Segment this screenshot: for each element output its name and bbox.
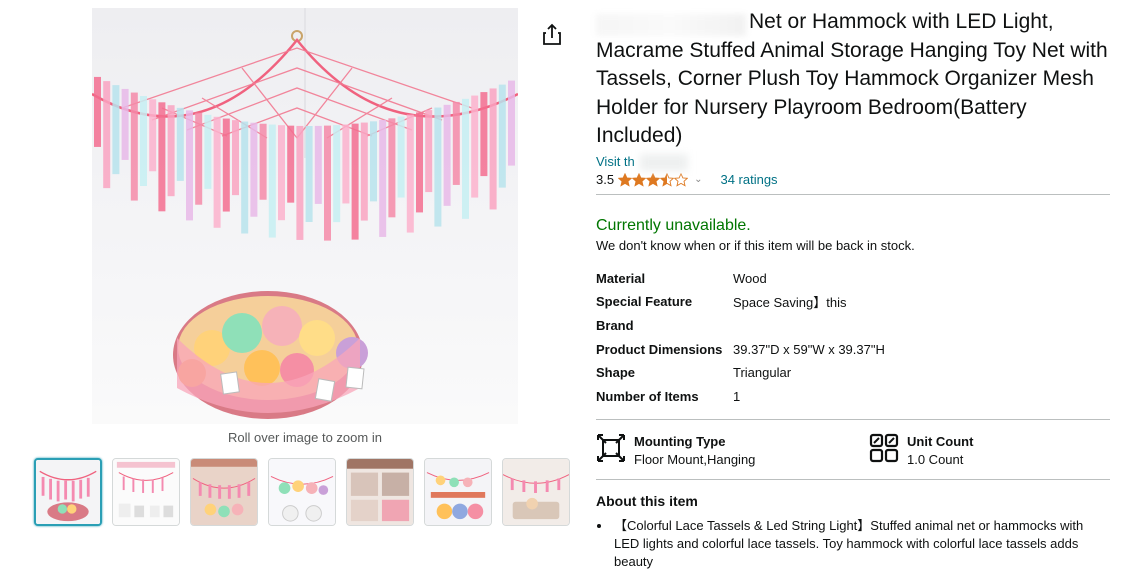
star-empty-icon [674,172,689,187]
star-half-icon [660,172,675,187]
chevron-down-icon[interactable]: ⌄ [694,174,702,185]
redacted-store-blur [640,153,688,171]
product-details: Net or Hammock with LED Light, Macrame S… [596,8,1110,571]
spec-row: Brand [596,314,885,338]
thumbnail-7[interactable] [502,458,570,526]
spec-label: Product Dimensions [596,341,723,357]
spec-label: Special Feature [596,294,693,310]
feature-unit-count: Unit Count 1.0 Count [869,433,973,469]
spec-row: Material Wood [596,267,885,291]
thumbnail-4[interactable] [268,458,336,526]
star-rating[interactable] [618,172,689,187]
unit-count-label: Unit Count [907,434,974,450]
specs-table: Material Wood Special Feature Space Saving】… [596,267,885,409]
spec-value: Space Saving】this [733,295,847,311]
feature-row: Mounting Type Floor Mount,Hanging Unit C… [596,433,1110,469]
unit-count-value: 1.0 Count [907,452,964,468]
thumbnail-5[interactable] [346,458,414,526]
redacted-brand-blur [596,14,746,36]
availability-status: Currently unavailable. [596,216,751,234]
spec-value: 39.37"D x 59"W x 39.37"H [733,341,885,357]
divider [596,419,1110,421]
store-line: Visit th [596,153,1110,171]
mounting-type-label: Mounting Type [634,434,726,450]
rating-value: 3.5 [596,172,615,187]
restock-note: We don't know when or if this item will … [596,237,915,253]
spec-row: Shape Triangular [596,361,885,385]
thumbnail-strip [34,458,570,526]
divider [596,479,1110,481]
about-bullet: 【Colorful Lace Tassels & Led String Ligh… [612,517,1110,571]
hammock-illustration [92,8,518,419]
spec-row: Number of Items 1 [596,384,885,408]
star-full-icon [646,172,661,187]
zoom-hint: Roll over image to zoom in [228,430,382,445]
spec-value: Wood [733,270,767,286]
mounting-icon [597,434,625,463]
unit-count-icon [869,433,899,463]
thumbnail-3[interactable] [190,458,258,526]
mounting-type-value: Floor Mount,Hanging [634,452,756,468]
visit-store-link[interactable]: Visit th [596,154,635,169]
spec-row: Special Feature Space Saving】this [596,290,885,314]
divider [596,193,1110,195]
spec-row: Product Dimensions 39.37"D x 59"W x 39.37… [596,337,885,361]
star-full-icon [618,172,633,187]
thumbnail-1[interactable] [34,458,102,526]
main-product-image[interactable] [92,8,518,424]
thumbnail-6[interactable] [424,458,492,526]
spec-value: Triangular [733,365,792,381]
about-bullets: 【Colorful Lace Tassels & Led String Ligh… [596,517,1110,571]
thumbnail-2[interactable] [112,458,180,526]
spec-label: Shape [596,365,636,381]
spec-value: 1 [733,388,741,404]
about-heading: About this item [596,493,698,510]
ratings-count-link[interactable]: 34 ratings [720,172,777,187]
rating-row: 3.5 ⌄ 34 ratings [596,170,1110,190]
feature-mounting: Mounting Type Floor Mount,Hanging [596,433,869,469]
spec-label: Brand [596,317,634,333]
title-block: Net or Hammock with LED Light, Macrame S… [596,8,1110,151]
spec-label: Number of Items [596,388,699,404]
spec-value [733,314,885,338]
star-full-icon [632,172,647,187]
share-icon[interactable] [541,23,563,47]
spec-label: Material [596,270,646,286]
